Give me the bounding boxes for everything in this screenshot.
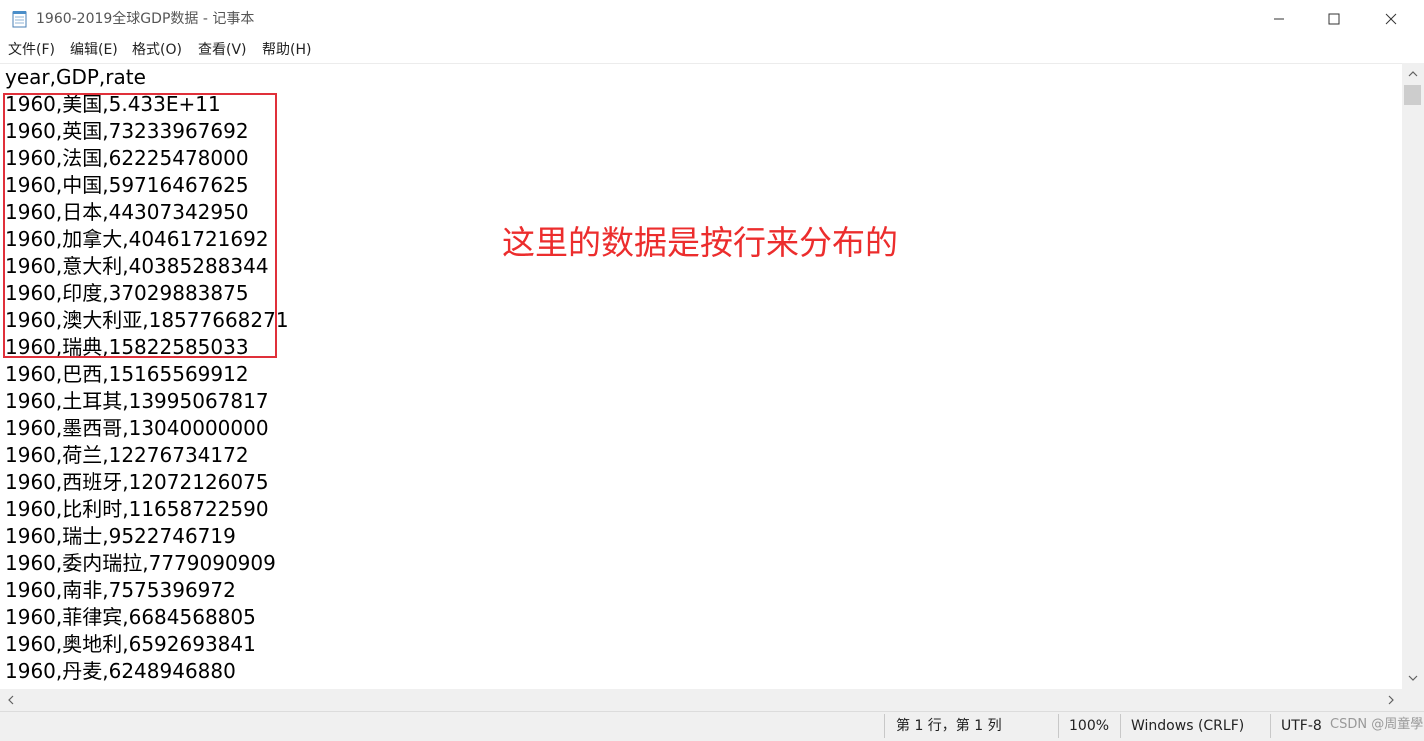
text-line: 1960,比利时,11658722590: [5, 497, 269, 521]
status-line-ending: Windows (CRLF): [1131, 718, 1245, 734]
scroll-up-icon[interactable]: [1402, 63, 1424, 85]
text-line: 1960,土耳其,13995067817: [5, 389, 269, 413]
minimize-icon: [1274, 18, 1284, 20]
scrollbar-corner: [1402, 689, 1424, 711]
text-line: 1960,墨西哥,13040000000: [5, 416, 269, 440]
text-line: 1960,委内瑞拉,7779090909: [5, 551, 276, 575]
menu-help[interactable]: 帮助(H): [262, 38, 311, 62]
menu-view[interactable]: 查看(V): [198, 38, 247, 62]
text-line: year,GDP,rate: [5, 65, 146, 89]
status-separator: [1120, 714, 1121, 738]
close-button[interactable]: [1362, 0, 1420, 38]
vertical-scroll-thumb[interactable]: [1404, 85, 1421, 105]
scroll-right-icon[interactable]: [1380, 689, 1402, 711]
menu-edit[interactable]: 编辑(E): [70, 38, 118, 62]
highlight-box: [3, 93, 277, 358]
text-line: 1960,丹麦,6248946880: [5, 659, 236, 683]
maximize-button[interactable]: [1305, 0, 1363, 38]
status-separator: [1058, 714, 1059, 738]
scroll-left-icon[interactable]: [0, 689, 22, 711]
vertical-scrollbar[interactable]: [1402, 63, 1424, 689]
watermark: CSDN @周童學: [1330, 717, 1424, 732]
text-line: 1960,瑞士,9522746719: [5, 524, 236, 548]
maximize-icon: [1328, 13, 1340, 25]
window-title: 1960-2019全球GDP数据 - 记事本: [36, 11, 255, 27]
status-zoom: 100%: [1069, 718, 1110, 734]
close-icon: [1385, 13, 1397, 25]
status-encoding: UTF-8: [1281, 718, 1322, 734]
text-editor[interactable]: year,GDP,rate 1960,美国,5.433E+11 1960,英国,…: [0, 63, 1402, 690]
menu-bar: 文件(F) 编辑(E) 格式(O) 查看(V) 帮助(H): [0, 38, 1424, 62]
status-separator: [1270, 714, 1271, 738]
scroll-down-icon[interactable]: [1402, 667, 1424, 689]
menu-file[interactable]: 文件(F): [8, 38, 55, 62]
status-position: 第 1 行，第 1 列: [896, 718, 1002, 734]
status-bar: 第 1 行，第 1 列 100% Windows (CRLF) UTF-8: [0, 711, 1424, 741]
text-line: 1960,南非,7575396972: [5, 578, 236, 602]
text-line: 1960,荷兰,12276734172: [5, 443, 249, 467]
annotation-text: 这里的数据是按行来分布的: [502, 223, 898, 262]
notepad-app-icon: [12, 11, 27, 28]
text-line: 1960,西班牙,12072126075: [5, 470, 269, 494]
minimize-button[interactable]: [1250, 0, 1308, 38]
horizontal-scrollbar[interactable]: [0, 689, 1402, 711]
text-line: 1960,菲律宾,6684568805: [5, 605, 256, 629]
menu-format[interactable]: 格式(O): [132, 38, 182, 62]
text-line: 1960,奥地利,6592693841: [5, 632, 256, 656]
status-separator: [884, 714, 885, 738]
title-bar: 1960-2019全球GDP数据 - 记事本: [0, 0, 1424, 38]
text-line: 1960,巴西,15165569912: [5, 362, 249, 386]
